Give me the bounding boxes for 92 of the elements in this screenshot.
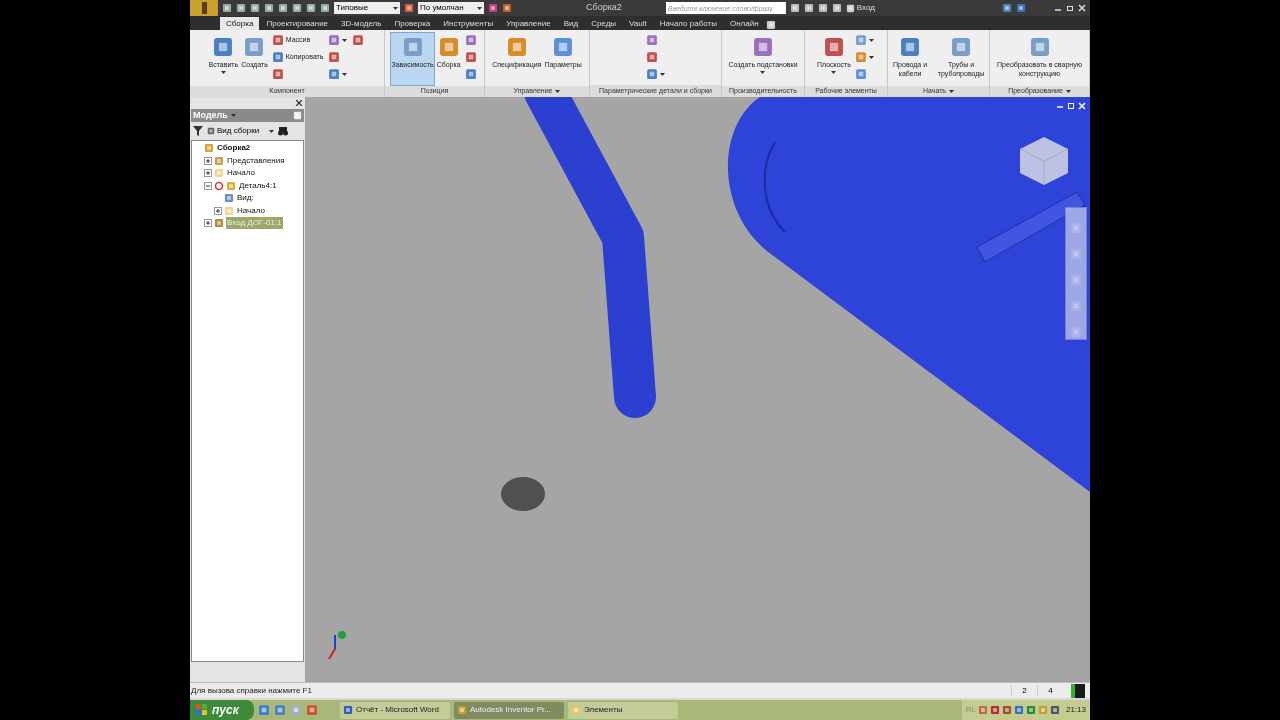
tool-icon [464,34,477,46]
restore-icon[interactable] [1067,102,1075,110]
collapse-icon[interactable] [204,181,212,190]
expand-icon[interactable] [204,169,212,178]
tree-item[interactable]: Вид: [236,192,255,205]
restore-icon[interactable] [1066,4,1074,12]
status-count: 4 [1037,684,1063,697]
appearance-dropdown[interactable]: По умолчан [418,2,484,14]
tool-icon [464,68,477,80]
tree-item[interactable]: Начало [226,167,256,180]
taskbar-button[interactable]: Отчёт - Microsoft Word [340,701,450,719]
ribbon-tab[interactable]: Онлайн [723,17,765,30]
caret-icon [342,72,348,76]
caret-icon [660,72,665,76]
ribbon-tab[interactable]: Инструменты [437,17,500,30]
caret-icon [760,71,766,74]
tree-item[interactable]: Деталь4:1 [238,179,278,192]
tool-icon [505,36,528,58]
tree-item[interactable]: Сборка2 [216,142,252,155]
ribbon-tab[interactable]: 3D-модель [335,17,388,30]
tool-icon [646,68,658,80]
tree-item[interactable]: Представления [226,154,286,167]
caret-icon [477,6,482,10]
tool-icon [1028,36,1051,58]
ribbon-tab[interactable]: Проектирование [260,17,335,30]
caret-icon [220,71,226,74]
tool-icon [950,36,973,58]
windows-logo-icon [196,704,208,716]
caret-icon [393,6,398,10]
tool-icon [212,36,235,58]
tool-button[interactable] [326,32,350,48]
view-cube-icon[interactable] [1018,135,1070,187]
tool-icon [464,51,477,63]
caret-icon [1065,90,1071,93]
ribbon-tab[interactable]: Проверка [388,17,437,30]
tree-item[interactable]: Начало [236,204,266,217]
ribbon-tab[interactable]: Вид [557,17,585,30]
tool-icon [823,36,845,58]
caret-icon [269,129,275,133]
view-dropdown[interactable]: Вид сборки [207,125,275,137]
tool-button[interactable] [853,32,876,48]
window-title: Сборка2 [586,1,622,15]
tool-icon [855,34,867,46]
close-icon[interactable] [296,100,302,106]
caret-icon [949,90,954,93]
tool-icon [646,34,658,46]
expand-icon[interactable] [214,206,222,215]
tool-icon [401,36,424,58]
tool-button[interactable] [853,49,876,65]
tool-icon [271,68,284,80]
expand-icon[interactable] [204,219,212,228]
caret-icon [555,90,561,93]
hole-icon [501,476,545,512]
tool-icon [855,51,867,63]
ribbon-tab[interactable]: Управление [500,17,557,30]
application-menu-button[interactable] [190,0,218,16]
tool-icon [328,51,341,63]
activity-icon [1071,683,1085,698]
ribbon-tab[interactable]: Начало работы [653,17,723,30]
tool-icon [752,36,774,58]
filter-icon[interactable] [193,126,203,136]
tool-button[interactable] [326,66,350,82]
tool-icon [899,36,922,58]
ribbon-tab[interactable]: Среды [585,17,623,30]
tool-button[interactable] [644,66,667,82]
tool-icon [646,51,658,63]
tool-icon [552,36,575,58]
style-dropdown[interactable]: Типовые [334,2,400,14]
clock: 21:13 [1065,704,1086,716]
tool-icon [352,34,365,46]
sign-in-button[interactable]: Вход [845,2,875,14]
taskbar-button[interactable]: Элементы [568,701,678,719]
status-count: 2 [1011,684,1037,697]
ribbon-tab[interactable]: Vault [623,17,653,30]
refresh-icon [214,180,224,191]
tool-icon [271,51,284,63]
tool-icon [328,68,341,80]
caret-icon [342,38,348,42]
status-text: Для вызова справки нажмите F1 [191,684,312,697]
logo-icon [201,2,207,14]
start-button[interactable]: пуск [190,700,254,720]
caret-icon [230,114,236,117]
tool-icon [855,68,867,80]
caret-icon [869,38,874,42]
tool-icon [271,34,284,46]
tool-icon [328,34,341,46]
tool-icon [437,36,460,58]
caret-icon [869,55,874,59]
expand-icon[interactable] [204,156,212,165]
tool-icon [243,36,266,58]
caret-icon [831,71,837,74]
ribbon-tab[interactable]: Сборка [220,17,260,30]
